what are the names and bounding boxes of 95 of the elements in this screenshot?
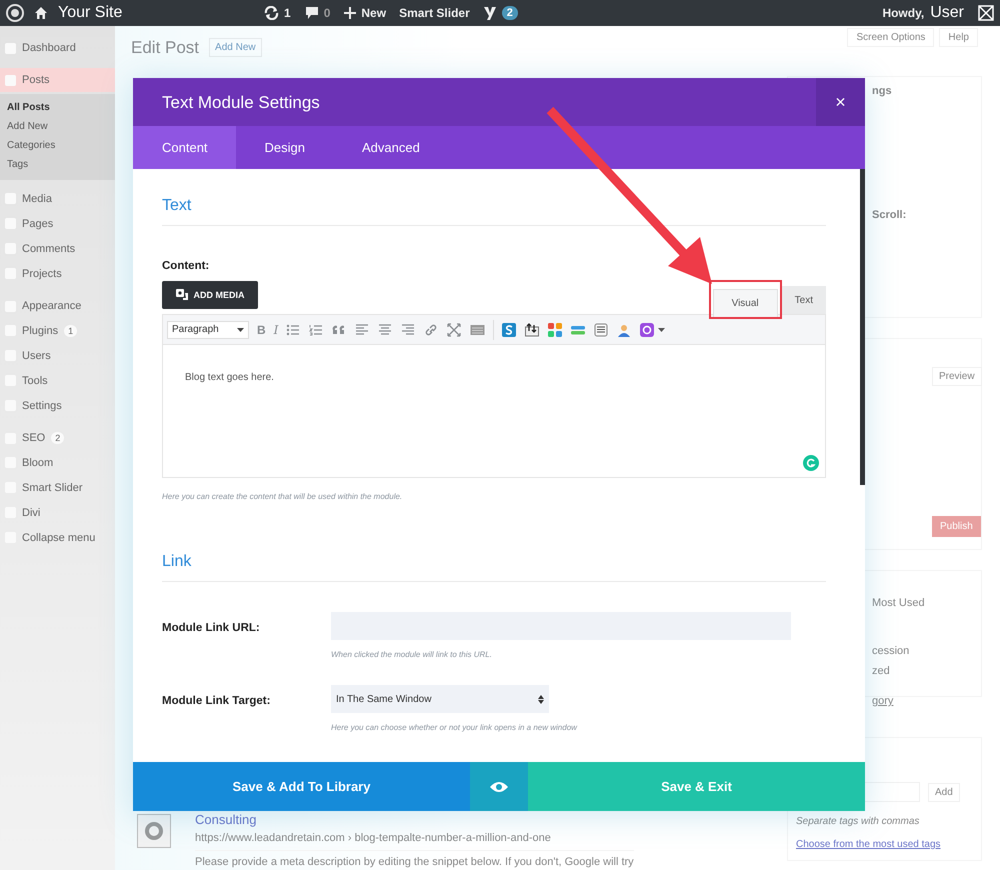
help-button[interactable]: Help xyxy=(939,28,978,47)
bullet-list-icon[interactable] xyxy=(286,322,302,336)
settings-tab[interactable]: Content xyxy=(133,126,236,169)
editor-tab[interactable]: Visual xyxy=(712,289,778,317)
plus-icon xyxy=(344,7,356,19)
sidebar-menu-item[interactable]: Pages xyxy=(0,211,115,236)
scrollbar-thumb[interactable] xyxy=(860,169,865,485)
sidebar-menu-item[interactable]: Media xyxy=(0,186,115,211)
greeting-text: Howdy, xyxy=(882,6,924,20)
field-label: Module Link URL: xyxy=(162,621,261,636)
person-icon[interactable] xyxy=(617,322,632,336)
format-dropdown[interactable]: Paragraph xyxy=(167,320,249,338)
new-link[interactable]: New xyxy=(361,6,386,20)
speech-bubble-icon xyxy=(304,6,319,20)
caret-down-icon xyxy=(237,328,244,332)
snippet-url: https://www.leadandretain.com › blog-tempalte-number-a-million-and-one xyxy=(195,832,552,844)
smart-slider-link[interactable]: Smart Slider xyxy=(399,6,470,20)
align-left-icon[interactable] xyxy=(355,322,370,336)
keyboard-icon[interactable] xyxy=(470,322,486,336)
sidebar-menu-item[interactable]: Plugins 1 xyxy=(0,318,115,343)
editor-tab[interactable]: Text xyxy=(782,286,826,314)
section-heading: Text xyxy=(162,197,826,226)
upload-download-icon[interactable] xyxy=(525,322,540,336)
field-label: Content: xyxy=(162,260,210,272)
sidebar-menu-item[interactable]: Dashboard xyxy=(0,36,115,60)
close-button[interactable]: × xyxy=(816,78,865,126)
sidebar-menu-item[interactable]: Collapse menu xyxy=(0,525,115,550)
submenu-item[interactable]: Tags xyxy=(0,155,115,174)
site-name-link[interactable]: Your Site xyxy=(58,4,122,22)
comments-count[interactable]: 0 xyxy=(324,6,330,20)
add-tag-button[interactable]: Add xyxy=(928,782,960,802)
sidebar-menu-item[interactable]: Settings xyxy=(0,393,115,418)
square-icon xyxy=(5,74,16,86)
tag-hint-text: Separate tags with commas xyxy=(795,815,920,827)
preview-button[interactable]: Preview xyxy=(932,367,982,386)
field-label: Scroll: xyxy=(871,209,908,221)
add-media-button[interactable]: ADD MEDIA xyxy=(162,281,258,309)
snippet-title-link[interactable]: Consulting xyxy=(195,812,634,827)
circle-logo-icon xyxy=(6,4,24,22)
align-center-icon[interactable] xyxy=(378,322,394,336)
up-down-caret-icon xyxy=(538,694,544,704)
sidebar-menu-item[interactable]: Projects xyxy=(0,261,115,286)
sidebar-menu-item[interactable]: Bloom xyxy=(0,450,115,475)
sidebar-menu-item[interactable]: Appearance xyxy=(0,294,115,318)
refresh-icon xyxy=(264,6,279,20)
screen-options-button[interactable]: Screen Options xyxy=(847,28,934,47)
logo-icon xyxy=(482,5,497,21)
submenu-item[interactable]: Categories xyxy=(0,136,115,155)
settings-tab[interactable]: Design xyxy=(236,126,334,169)
updates-count[interactable]: 1 xyxy=(284,6,291,20)
help-text: Here you can choose whether or not your link opens in a new window xyxy=(331,723,577,732)
settings-tab[interactable]: Advanced xyxy=(333,126,448,169)
preview-button[interactable] xyxy=(470,762,528,811)
italic-button[interactable]: I xyxy=(274,322,278,336)
help-text: Here you can create the content that will be used within the module. xyxy=(162,492,404,501)
x-box-icon xyxy=(978,5,994,21)
page-title: Edit Post xyxy=(131,38,200,58)
sidebar-menu-item[interactable]: Tools xyxy=(0,368,115,393)
notification-badge[interactable]: 2 xyxy=(502,6,518,20)
eye-icon xyxy=(490,780,508,792)
media-icon xyxy=(176,289,188,301)
submenu-item[interactable]: All Posts xyxy=(0,98,115,117)
user-name[interactable]: User xyxy=(930,4,964,22)
caret-down-icon xyxy=(658,328,666,332)
metabox-title: ngs xyxy=(871,84,893,97)
help-text: When clicked the module will link to this URL. xyxy=(331,650,493,659)
document-icon[interactable] xyxy=(594,322,610,336)
sidebar-menu-item[interactable]: SEO 2 xyxy=(0,426,115,450)
fullscreen-icon[interactable] xyxy=(447,322,462,336)
editor-content-text: Blog text goes here. xyxy=(184,371,275,383)
align-right-icon[interactable] xyxy=(401,322,416,336)
add-new-button[interactable]: Add New xyxy=(209,38,262,57)
modal-title: Text Module Settings xyxy=(161,92,321,114)
link-icon[interactable] xyxy=(424,322,440,336)
square-icon xyxy=(5,42,16,54)
numbered-list-icon[interactable] xyxy=(309,322,324,336)
s-logo-icon[interactable] xyxy=(502,322,518,336)
save-to-library-button[interactable]: Save & Add To Library xyxy=(133,762,470,811)
most-used-tags-link[interactable]: Choose from the most used tags xyxy=(788,827,981,850)
field-label: Module Link Target: xyxy=(162,694,272,709)
count-badge: 1 xyxy=(64,324,78,336)
gear-icon xyxy=(137,814,171,848)
color-grid-icon[interactable] xyxy=(548,322,564,336)
sidebar-menu-item[interactable]: Comments xyxy=(0,236,115,261)
link-target-dropdown[interactable]: In The Same Window xyxy=(331,685,549,713)
section-heading: Link xyxy=(162,553,826,582)
house-icon xyxy=(34,6,48,20)
bold-button[interactable]: B xyxy=(257,322,266,336)
sidebar-menu-item[interactable]: Posts xyxy=(0,68,115,92)
sidebar-menu-item[interactable]: Divi xyxy=(0,500,115,525)
sidebar-menu-item[interactable]: Smart Slider xyxy=(0,475,115,500)
submenu-item[interactable]: Add New xyxy=(0,117,115,136)
sidebar-menu-item[interactable]: Users xyxy=(0,343,115,368)
count-badge: 2 xyxy=(51,432,64,444)
meta-description-text: Please provide a meta description by editing the snippet below. If you don't, Google will try xyxy=(195,850,634,868)
